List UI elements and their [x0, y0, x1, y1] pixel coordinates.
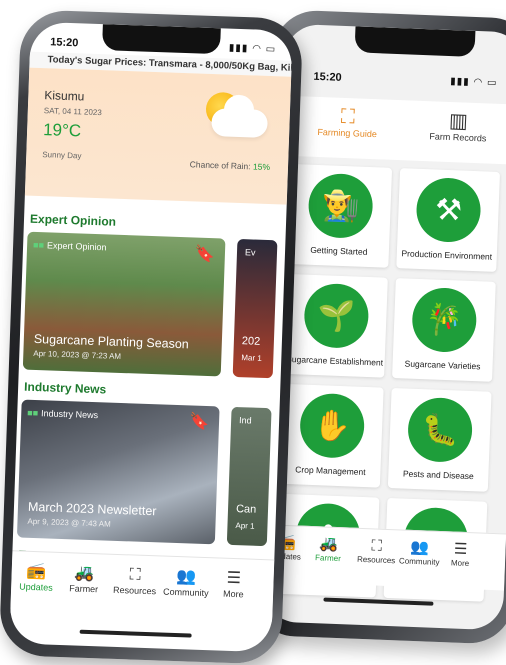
card-tag-label: Ev — [244, 247, 256, 258]
event-card-peek[interactable]: Ev 202 Mar 1 — [232, 238, 278, 379]
nav-label: Resources — [356, 554, 396, 566]
guide-card-label: Pests and Disease — [402, 468, 474, 482]
hand-seedling-icon: ✋ — [298, 392, 366, 459]
menu-icon: ☰ — [226, 569, 242, 588]
people-icon: 👥 — [410, 538, 430, 557]
nav-farmer[interactable]: 🚜 Farmer — [69, 563, 99, 594]
nav-label: More — [222, 588, 244, 600]
boxes-icon: ⛶ — [340, 105, 356, 129]
card-date: Mar 1 — [241, 353, 262, 363]
cloud-icon — [211, 107, 268, 138]
nav-label: Community — [162, 586, 209, 599]
guide-card-production-environment[interactable]: ⚒ Production Environment — [396, 168, 501, 272]
tab-farm-records[interactable]: ▥ Farm Records — [429, 109, 487, 143]
status-icons: ▮▮▮ ◠ ▭ — [450, 76, 498, 89]
guide-card-label: Crop Management — [295, 464, 366, 478]
guide-card-getting-started[interactable]: 👨‍🌾 Getting Started — [288, 164, 393, 268]
boxes-icon: ⛶ — [129, 566, 142, 584]
nav-community[interactable]: 👥 Community — [399, 538, 440, 567]
nav-more[interactable]: ☰ More — [450, 540, 470, 569]
tab-label: Farming Guide — [317, 126, 378, 140]
card-date: Apr 1 — [235, 521, 255, 531]
section-title-expert: Expert Opinion — [29, 211, 117, 229]
phone-notch — [354, 26, 476, 57]
boxes-icon: ⛶ — [371, 537, 383, 555]
tab-farming-guide[interactable]: ⛶ Farming Guide — [317, 105, 378, 139]
bookmark-icon[interactable]: 🔖 — [189, 411, 210, 432]
card-tag: ■■ Industry News — [27, 408, 98, 420]
phone-notch — [101, 24, 221, 55]
status-icons: ▮▮▮ ◠ ▭ — [228, 42, 277, 56]
status-time: 15:20 — [50, 36, 79, 50]
nav-label: Community — [398, 556, 440, 567]
nav-more[interactable]: ☰ More — [223, 569, 245, 600]
card-tag: ■■ Expert Opinion — [33, 240, 107, 253]
guide-card-label: Production Environment — [401, 248, 493, 262]
nav-label: Farmer — [69, 583, 99, 595]
section-title-news: Industry News — [23, 379, 107, 397]
card-title: Sugarcane Planting Season — [33, 331, 189, 352]
phone-front: 15:20 ▮▮▮ ◠ ▭ Today's Sugar Prices: Tran… — [0, 9, 304, 665]
guide-card-sugarcane-establishment[interactable]: 🌱 Sugarcane Establishment — [284, 273, 388, 378]
bottom-nav: 📻 Updates 🚜 Farmer ⛶ Resources 👥 Communi… — [10, 550, 275, 623]
radio-icon: 📻 — [26, 562, 47, 581]
tractor-icon: 🚜 — [73, 564, 95, 583]
planting-cane-icon: 🌱 — [303, 282, 370, 350]
expert-opinion-card[interactable]: ■■ Expert Opinion 🔖 Sugarcane Planting Se… — [22, 231, 226, 377]
guide-card-label: Getting Started — [310, 244, 368, 257]
guide-card-sugarcane-varieties[interactable]: 🎋 Sugarcane Varieties — [392, 278, 496, 382]
nav-updates[interactable]: 📻 Updates — [19, 562, 54, 593]
card-date: Apr 9, 2023 @ 7:43 AM — [27, 516, 111, 529]
nav-community[interactable]: 👥 Community — [162, 567, 210, 599]
guide-card-pests-and-disease[interactable]: 🐛 Pests and Disease — [387, 387, 492, 492]
rain-label: Chance of Rain: — [189, 159, 251, 172]
app-logo-icon: ■■ — [32, 239, 45, 251]
news-card-peek[interactable]: Ind Can Apr 1 — [226, 406, 272, 547]
guide-card-crop-management[interactable]: ✋ Crop Management — [279, 383, 384, 488]
guide-card-label: Sugarcane Establishment — [286, 353, 384, 368]
nav-farmer[interactable]: 🚜 Farmer — [315, 535, 342, 563]
farmer-hoe-icon: ⚒ — [415, 176, 482, 244]
industry-news-card[interactable]: ■■ Industry News 🔖 March 2023 Newsletter … — [16, 399, 220, 545]
card-title: Can — [235, 503, 257, 516]
people-icon: 👥 — [176, 568, 197, 586]
diseased-plant-icon: 🐛 — [406, 396, 474, 464]
weather-date: SAT, 04 11 2023 — [43, 106, 102, 118]
home-indicator — [79, 629, 192, 638]
guide-grid: 👨‍🌾 Getting Started ⚒ Production Environ… — [275, 164, 503, 602]
nav-resources[interactable]: ⛶ Resources — [113, 565, 157, 596]
nav-label: Farmer — [314, 553, 342, 564]
menu-icon: ☰ — [453, 540, 468, 559]
weather-condition: Sunny Day — [42, 150, 82, 161]
card-tag-label: Industry News — [40, 408, 99, 421]
books-icon: ▥ — [448, 110, 469, 133]
card-title: March 2023 Newsletter — [27, 499, 157, 519]
card-tag-label: Expert Opinion — [46, 240, 107, 253]
weather-temperature: 19°C — [42, 120, 82, 141]
cane-stalks-icon: 🎋 — [411, 286, 478, 354]
card-tag-label: Ind — [238, 415, 252, 426]
nav-label: Resources — [112, 584, 157, 597]
nav-resources[interactable]: ⛶ Resources — [357, 537, 396, 565]
guide-tabs: ⛶ Farming Guide ▥ Farm Records — [280, 95, 506, 165]
tractor-icon: 🚜 — [318, 535, 339, 554]
rain-value: 15% — [252, 161, 271, 173]
bookmark-icon[interactable]: 🔖 — [195, 243, 216, 264]
card-date: Apr 10, 2023 @ 7:23 AM — [33, 348, 122, 361]
card-title: 202 — [241, 335, 261, 348]
weather-card: Kisumu SAT, 04 11 2023 19°C Sunny Day Ch… — [24, 67, 292, 205]
nav-label: Updates — [19, 581, 53, 593]
status-time: 15:20 — [313, 70, 342, 84]
updates-screen: 15:20 ▮▮▮ ◠ ▭ Today's Sugar Prices: Tran… — [9, 21, 293, 653]
guide-card-label: Sugarcane Varieties — [404, 358, 481, 372]
weather-city: Kisumu — [44, 88, 85, 104]
tab-label: Farm Records — [429, 131, 487, 144]
app-logo-icon: ■■ — [27, 407, 39, 419]
nav-label: More — [450, 558, 470, 569]
bottom-nav: 📻 Updates 🚜 Farmer ⛶ Resources 👥 Communi… — [264, 524, 506, 591]
farmer-pitchfork-icon: 👨‍🌾 — [307, 172, 374, 240]
rain-chance: Chance of Rain: 15% — [190, 159, 271, 172]
